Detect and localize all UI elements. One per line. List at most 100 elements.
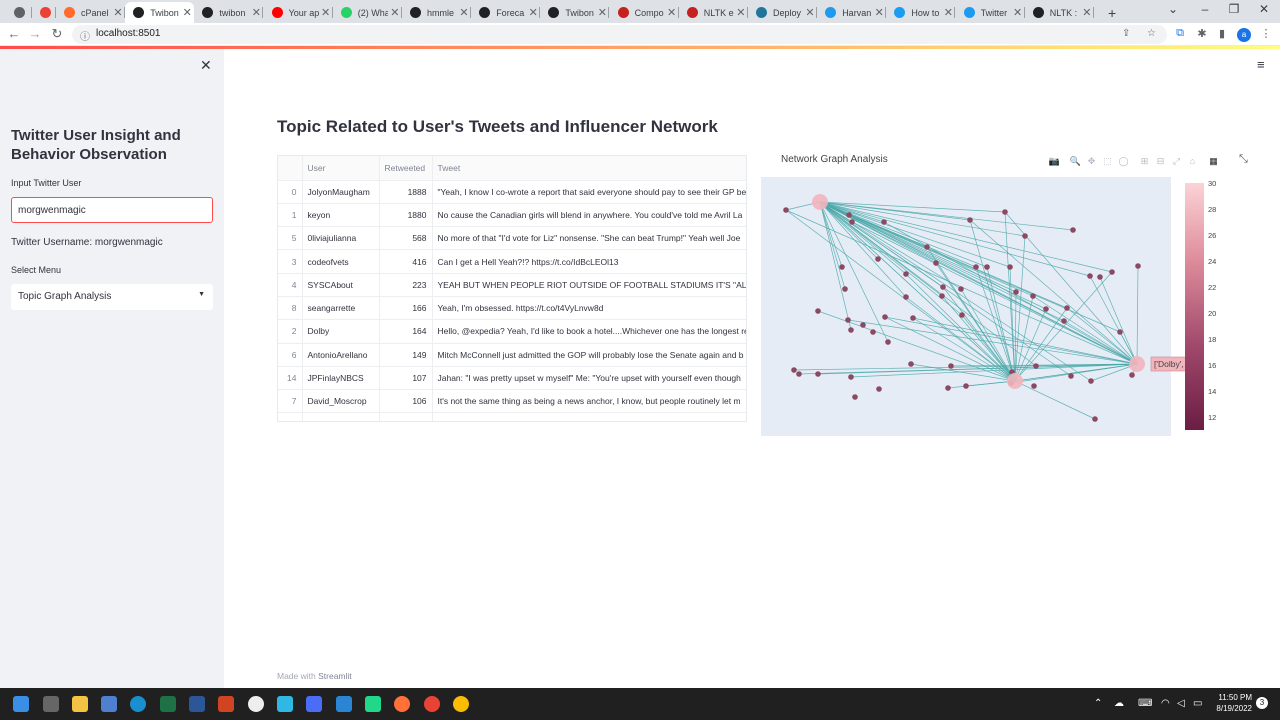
close-window-icon[interactable]: ✕ — [1249, 2, 1279, 16]
file-explorer-icon[interactable] — [72, 696, 88, 712]
table-row[interactable]: 14 JPFinlayNBCS 107 Jahan: "I was pretty up… — [278, 366, 746, 391]
profile-avatar[interactable]: a — [1237, 28, 1251, 42]
table-row[interactable]: 3 codeofvets 416 Can I get a Hell Yeah?!? h… — [278, 249, 746, 274]
tab-close-icon[interactable]: ✕ — [803, 6, 817, 19]
table-row[interactable]: 4 SYSCAbout 223 YEAH BUT WHEN PEOPLE RIOT O… — [278, 273, 746, 297]
graph-node — [1109, 269, 1115, 275]
notification-badge[interactable]: 3 — [1256, 697, 1268, 709]
store-icon[interactable] — [277, 696, 293, 712]
tab-close-icon[interactable]: ✕ — [734, 6, 748, 19]
tab-close-icon[interactable]: ✕ — [1080, 6, 1094, 19]
tweets-table[interactable]: User Retweeted Tweet 0 JolyonMaugham 1888 "Ye… — [277, 155, 747, 422]
table-cell: YEAH BUT WHEN PEOPLE RIOT OUTSIDE OF FOO… — [432, 273, 746, 297]
puzzle-extensions-icon[interactable]: ✱ — [1195, 27, 1209, 40]
browser-tab[interactable]: Your ap ✕ — [264, 2, 333, 23]
table-cell: AntonioArellano — [302, 343, 380, 367]
reload-icon[interactable]: ↻ — [48, 26, 66, 42]
browser-tab[interactable]: (2) Wha ✕ — [333, 2, 402, 23]
powerpoint-icon[interactable] — [218, 696, 234, 712]
bookmark-star-icon[interactable]: ☆ — [1147, 28, 1156, 39]
table-row[interactable]: 0 JolyonMaugham 1888 "Yeah, I know I co-wro… — [278, 180, 746, 204]
share-icon[interactable]: ⇪ — [1122, 28, 1130, 39]
footer-brand[interactable]: Streamlit — [318, 671, 352, 681]
pycharm-icon[interactable] — [365, 696, 381, 712]
back-icon[interactable]: ← — [5, 26, 23, 41]
table-row[interactable]: 1 keyon 1880 No cause the Canadian girls wi… — [278, 203, 746, 228]
firefox-icon[interactable] — [394, 696, 410, 712]
onedrive-icon[interactable]: ☁ — [1114, 698, 1124, 709]
table-row[interactable]: 2 Dolby 164 Hello, @expedia? Yeah, I'd like… — [278, 319, 746, 344]
vscode-icon[interactable] — [336, 696, 352, 712]
table-row[interactable]: 6 AntonioArellano 149 Mitch McConnell just … — [278, 343, 746, 367]
media-player-icon[interactable] — [248, 696, 264, 712]
side-panel-icon[interactable]: ▮ — [1215, 27, 1229, 40]
tab-close-icon[interactable]: ✕ — [941, 6, 955, 19]
browser-tab[interactable]: Deploy ✕ — [748, 2, 817, 23]
browser-tab[interactable] — [32, 2, 56, 23]
browser-tab[interactable]: Compo ✕ — [610, 2, 679, 23]
forward-icon[interactable]: → — [26, 26, 44, 41]
table-row[interactable]: 8 seangarrette 166 Yeah, I'm obsessed. http… — [278, 296, 746, 321]
close-sidebar-icon[interactable]: ✕ — [200, 57, 212, 74]
browser-tab[interactable]: hmmle ✕ — [402, 2, 471, 23]
extension-icon[interactable]: ⧉ — [1173, 27, 1187, 40]
tab-close-icon[interactable]: ✕ — [319, 6, 333, 19]
tab-close-icon[interactable]: ✕ — [457, 6, 471, 19]
edge-icon[interactable] — [130, 696, 146, 712]
keyboard-icon[interactable]: ⌨ — [1138, 698, 1152, 709]
tab-close-icon[interactable]: ✕ — [388, 6, 402, 19]
excel-icon[interactable] — [160, 696, 176, 712]
tab-close-icon[interactable]: ✕ — [872, 6, 886, 19]
tray-chevron-icon[interactable]: ⌃ — [1094, 698, 1102, 709]
table-header-cell[interactable] — [278, 156, 303, 181]
kebab-menu-icon[interactable]: ⋮ — [1259, 27, 1273, 40]
maximize-icon[interactable]: ❐ — [1219, 2, 1249, 16]
tab-close-icon[interactable]: ✕ — [180, 6, 194, 19]
battery-icon[interactable]: ▭ — [1193, 698, 1202, 709]
zoom-app-icon[interactable] — [306, 696, 322, 712]
tab-close-icon[interactable]: ✕ — [526, 6, 540, 19]
browser-tab[interactable]: How to ✕ — [886, 2, 956, 23]
wifi-icon[interactable]: ◠ — [1161, 698, 1170, 709]
table-header-cell[interactable]: User — [302, 156, 380, 181]
table-header-cell[interactable]: Retweeted — [379, 156, 433, 181]
browser-tab[interactable]: cPanel ✕ — [56, 2, 125, 23]
settings-icon[interactable] — [43, 696, 59, 712]
browser-tab[interactable]: NLTK e ✕ — [679, 2, 748, 23]
notepad-icon[interactable] — [101, 696, 117, 712]
table-cell: keyon — [302, 203, 380, 228]
word-icon[interactable] — [189, 696, 205, 712]
network-graph[interactable]: ['Dolby', 20]12141618202224262830 — [761, 148, 1228, 438]
browser-tab[interactable]: Twitter ✕ — [956, 2, 1025, 23]
table-row[interactable]: 5 0liviajulianna 568 No more of that "I'd v… — [278, 226, 746, 251]
new-tab-icon[interactable]: + — [1108, 2, 1124, 23]
table-row[interactable]: 7 David_Moscrop 106 It's not the same thing… — [278, 389, 746, 414]
tab-close-icon[interactable]: ✕ — [595, 6, 609, 19]
browser-tab[interactable]: Harvan ✕ — [817, 2, 887, 23]
browser-tab[interactable] — [6, 2, 32, 23]
windows-start-icon[interactable] — [13, 696, 29, 712]
browser-tab[interactable]: Foreca ✕ — [471, 2, 541, 23]
hamburger-menu-icon[interactable]: ≡ — [1257, 57, 1265, 72]
volume-icon[interactable]: ◁ — [1177, 698, 1185, 709]
twitter-user-input[interactable] — [11, 197, 213, 223]
tab-close-icon[interactable]: ✕ — [111, 6, 125, 19]
menu-select[interactable]: Topic Graph Analysis ▼ — [11, 284, 213, 310]
tab-close-icon[interactable]: ✕ — [249, 6, 263, 19]
table-header-cell[interactable]: Tweet — [432, 156, 746, 181]
browser-tab[interactable]: Twibon ✕ — [540, 2, 610, 23]
tab-search-icon[interactable]: ⌄ — [1158, 2, 1188, 16]
minimize-icon[interactable]: – — [1190, 2, 1220, 16]
chrome-canary-icon[interactable] — [453, 696, 469, 712]
graph-node — [1022, 233, 1028, 239]
tab-close-icon[interactable]: ✕ — [1011, 6, 1025, 19]
browser-tab[interactable]: Twibon ✕ — [125, 2, 195, 23]
taskbar-clock[interactable]: 11:50 PM 8/19/2022 — [1208, 692, 1252, 714]
tab-close-icon[interactable]: ✕ — [665, 6, 679, 19]
browser-tab[interactable]: twibon ✕ — [194, 2, 264, 23]
url-field[interactable]: ⓘ localhost:8501 ⇪ ☆ — [72, 25, 1167, 44]
chrome-icon[interactable] — [424, 696, 440, 712]
browser-tab[interactable]: NLTK : ✕ — [1025, 2, 1094, 23]
fullscreen-icon[interactable]: ⤡ — [1239, 153, 1248, 166]
input-label: Input Twitter User — [11, 178, 82, 188]
